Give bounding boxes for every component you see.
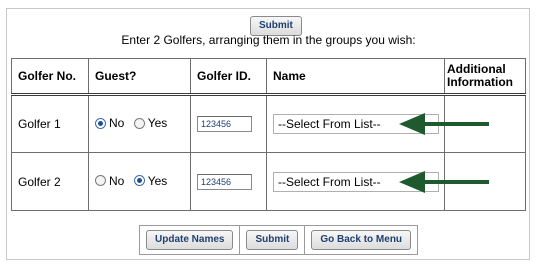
bottom-submit-button[interactable]: Submit: [246, 230, 299, 250]
guest-cell: No Yes: [88, 94, 191, 153]
col-header-guest: Guest?: [88, 58, 191, 96]
action-cell: Submit: [240, 226, 306, 254]
guest-cell: No Yes: [88, 152, 191, 211]
golfer-id-cell: 123456: [190, 94, 267, 153]
guest-yes-option[interactable]: Yes: [133, 116, 168, 131]
col-header-golfer-no: Golfer No.: [11, 58, 89, 96]
update-names-button[interactable]: Update Names: [146, 230, 234, 250]
guest-yes-radio[interactable]: [133, 117, 145, 129]
action-cell: Go Back to Menu: [305, 226, 417, 254]
guest-no-option[interactable]: No: [95, 174, 124, 188]
golfer-id-cell: 123456: [190, 152, 267, 211]
action-bar: Update Names Submit Go Back to Menu: [139, 225, 419, 255]
instruction-text: Enter 2 Golfers, arranging them in the g…: [121, 33, 416, 47]
guest-no-radio[interactable]: [95, 175, 106, 187]
col-header-golfer-id: Golfer ID.: [190, 58, 267, 96]
guest-yes-label: Yes: [147, 116, 168, 131]
col-header-name: Name: [266, 58, 445, 96]
action-cell: Update Names: [140, 226, 241, 254]
table-row: Golfer 1 No Yes 123456 --Select From Lis…: [11, 94, 526, 153]
guest-no-label: No: [109, 173, 125, 188]
arrow-left-icon: [399, 170, 489, 193]
guest-yes-label: Yes: [147, 173, 168, 188]
table-header-row: Golfer No. Guest? Golfer ID. Name Additi…: [11, 58, 526, 96]
guest-no-option[interactable]: No: [95, 116, 124, 130]
golfer-table: Golfer No. Guest? Golfer ID. Name Additi…: [11, 58, 526, 211]
guest-no-radio[interactable]: [95, 117, 106, 129]
guest-no-label: No: [109, 116, 125, 131]
back-to-menu-button[interactable]: Go Back to Menu: [311, 230, 412, 250]
table-row: Golfer 2 No Yes 123456 --Select From Lis…: [11, 152, 526, 211]
guest-yes-radio[interactable]: [133, 175, 145, 187]
col-header-additional-information: Additional Information: [444, 58, 526, 96]
name-cell: --Select From List--: [266, 94, 489, 153]
arrow-left-icon: [399, 113, 489, 135]
guest-yes-option[interactable]: Yes: [133, 173, 168, 188]
golfer-id-input[interactable]: 123456: [197, 173, 252, 190]
golfer-label: Golfer 2: [11, 152, 89, 211]
name-cell: --Select From List--: [266, 152, 489, 211]
golfer-id-input[interactable]: 123456: [197, 116, 252, 132]
golfer-label: Golfer 1: [11, 94, 89, 153]
